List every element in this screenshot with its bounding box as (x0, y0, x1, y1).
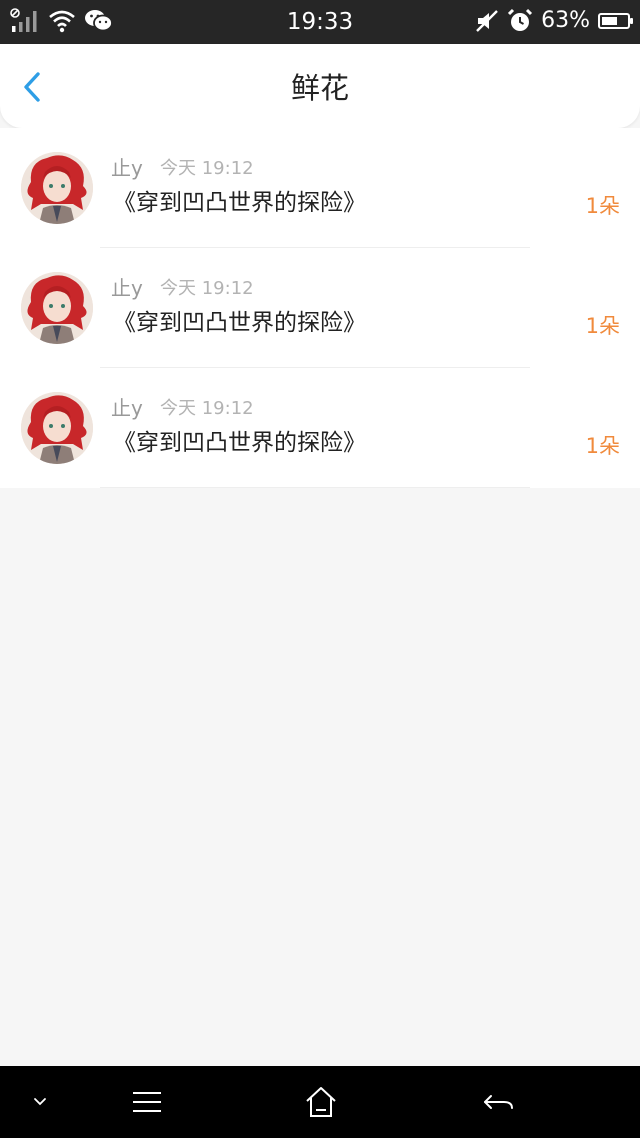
avatar[interactable] (21, 392, 93, 464)
list-item[interactable]: 止y 今天 19:12 《穿到凹凸世界的探险》 1朵 (0, 248, 640, 368)
header: 鲜花 (0, 44, 640, 128)
system-nav-bar (0, 1066, 640, 1138)
avatar-image (21, 392, 93, 464)
flower-count: 1朵 (585, 314, 620, 338)
mute-icon (476, 10, 498, 32)
hide-nav-button[interactable] (26, 1084, 54, 1120)
list-item[interactable]: 止y 今天 19:12 《穿到凹凸世界的探险》 1朵 (0, 368, 640, 488)
avatar[interactable] (21, 152, 93, 224)
back-nav-button[interactable] (480, 1084, 518, 1120)
username: 止y (111, 156, 143, 180)
timestamp: 今天 19:12 (160, 278, 254, 299)
book-title[interactable]: 《穿到凹凸世界的探险》 (113, 188, 366, 218)
avatar-image (21, 152, 93, 224)
avatar[interactable] (21, 272, 93, 344)
back-arrow-icon (484, 1095, 513, 1109)
divider (100, 487, 530, 488)
battery-percent: 63% (541, 8, 590, 33)
status-bar: 19:33 63% (0, 0, 640, 44)
list-item[interactable]: 止y 今天 19:12 《穿到凹凸世界的探险》 1朵 (0, 128, 640, 248)
book-title[interactable]: 《穿到凹凸世界的探险》 (113, 428, 366, 458)
page-title: 鲜花 (290, 71, 349, 105)
battery-icon (598, 13, 633, 29)
menu-button[interactable] (128, 1084, 166, 1120)
username: 止y (111, 396, 143, 420)
avatar-image (21, 272, 93, 344)
flower-count: 1朵 (585, 434, 620, 458)
home-icon (306, 1087, 336, 1117)
alarm-icon (508, 8, 533, 31)
battery-fill (602, 17, 618, 25)
menu-icon (133, 1092, 161, 1112)
home-button[interactable] (302, 1084, 340, 1120)
username: 止y (111, 276, 143, 300)
timestamp: 今天 19:12 (160, 158, 254, 179)
book-title[interactable]: 《穿到凹凸世界的探险》 (113, 308, 366, 338)
status-right-icons: 63% (475, 8, 633, 34)
chevron-down-icon (34, 1098, 46, 1106)
flower-list: 止y 今天 19:12 《穿到凹凸世界的探险》 1朵 止y 今天 19:12 《… (0, 128, 640, 488)
flower-count: 1朵 (585, 194, 620, 218)
timestamp: 今天 19:12 (160, 398, 254, 419)
